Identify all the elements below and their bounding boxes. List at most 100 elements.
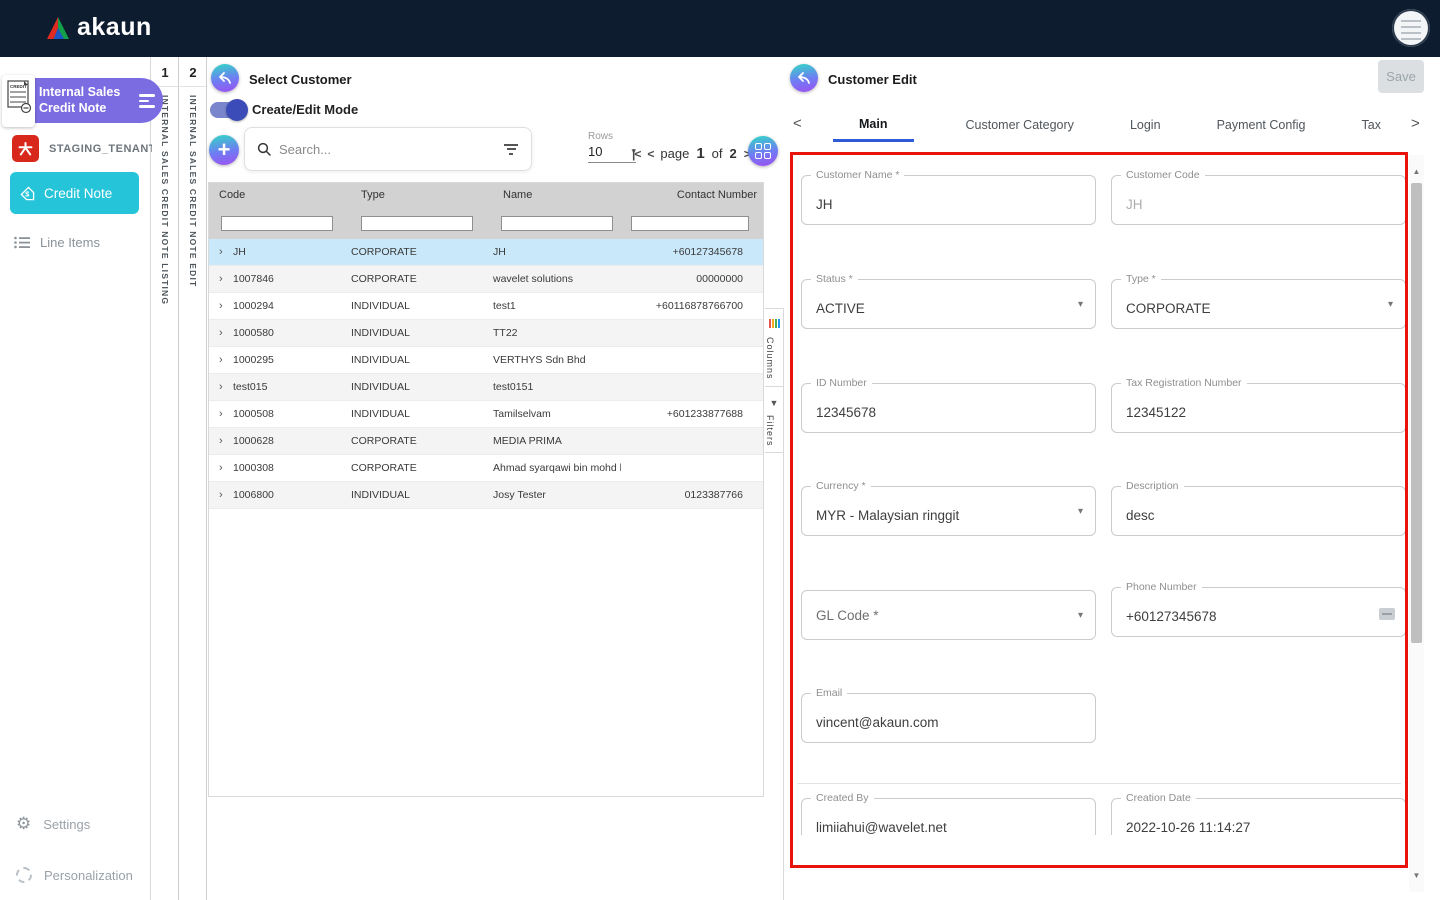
tabs-scroll-right-icon[interactable]: > [1411, 115, 1420, 132]
row-expand-icon[interactable]: › [209, 327, 223, 339]
scroll-down-icon[interactable]: ▼ [1409, 871, 1424, 880]
price-tag-icon: $ [20, 186, 35, 201]
create-edit-mode-toggle[interactable] [210, 102, 246, 118]
total-pages: 2 [730, 146, 737, 161]
table-row[interactable]: ›JHCORPORATEJH+60127345678 [209, 239, 763, 266]
row-expand-icon[interactable]: › [209, 354, 223, 366]
add-customer-button[interactable]: + [209, 135, 239, 165]
back-button[interactable] [790, 64, 818, 92]
module-banner[interactable]: Internal Sales Credit Note [33, 78, 163, 123]
akaun-logo[interactable]: akaun [45, 13, 152, 42]
row-expand-icon[interactable]: › [209, 381, 223, 393]
prev-page-button[interactable]: < [647, 147, 653, 161]
column-filter-input[interactable] [631, 216, 749, 231]
customer-list-panel: Select Customer Create/Edit Mode + Rows … [208, 57, 783, 900]
table-row[interactable]: ›1000580INDIVIDUALTT22 [209, 320, 763, 347]
vertical-tab-number: 2 [180, 57, 206, 87]
phone-number-field[interactable]: Phone Number +60127345678 [1111, 587, 1405, 637]
row-expand-icon[interactable]: › [209, 408, 223, 420]
vertical-tab-label: INTERNAL SALES CREDIT NOTE LISTING [160, 95, 170, 655]
personalization-icon [16, 867, 32, 883]
sidebar-item-label: Line Items [40, 235, 100, 250]
first-page-button[interactable]: |< [632, 147, 640, 161]
save-button[interactable]: Save [1378, 60, 1424, 93]
search-input[interactable] [279, 142, 495, 157]
back-button[interactable] [211, 64, 239, 92]
creation-date-field: Creation Date 2022-10-26 11:14:27 [1111, 798, 1405, 835]
chevron-down-icon: ▾ [1078, 299, 1083, 310]
row-expand-icon[interactable]: › [209, 300, 223, 312]
id-number-field[interactable]: ID Number 12345678 [801, 383, 1096, 433]
chevron-down-icon: ▾ [1078, 610, 1083, 621]
email-field[interactable]: Email vincent@akaun.com [801, 693, 1096, 743]
column-filter-input[interactable] [501, 216, 613, 231]
tab-tax[interactable]: Tax [1358, 110, 1385, 140]
table-row[interactable]: ›1000295INDIVIDUALVERTHYS Sdn Bhd [209, 347, 763, 374]
tenant-row[interactable]: STAGING_TENANT [12, 135, 156, 162]
keypad-icon[interactable] [1379, 608, 1395, 620]
vertical-tab-edit[interactable]: 2 INTERNAL SALES CREDIT NOTE EDIT [180, 57, 207, 900]
grid-view-button[interactable] [748, 136, 778, 166]
row-expand-icon[interactable]: › [209, 435, 223, 447]
panel-title: Select Customer [249, 72, 352, 87]
tax-registration-number-field[interactable]: Tax Registration Number 12345122 [1111, 383, 1405, 433]
customer-name-field[interactable]: Customer Name * JH [801, 175, 1096, 225]
svg-text:$: $ [25, 189, 30, 198]
table-header-row: CodeTypeNameContact Number [209, 183, 763, 207]
tab-payment-config[interactable]: Payment Config [1213, 110, 1310, 140]
column-header[interactable]: Type [351, 189, 493, 201]
columns-tab[interactable]: Columns [765, 309, 783, 387]
table-row[interactable]: ›1006800INDIVIDUALJosy Tester0123387766 [209, 482, 763, 509]
user-avatar[interactable] [1392, 9, 1430, 47]
filter-icon[interactable] [503, 141, 519, 157]
vertical-scrollbar[interactable]: ▲ ▼ [1409, 155, 1424, 892]
row-expand-icon[interactable]: › [209, 273, 223, 285]
table-row[interactable]: ›1000508INDIVIDUALTamilselvam+6012338776… [209, 401, 763, 428]
sidebar-item-line-items[interactable]: Line Items [14, 235, 100, 250]
column-filter-input[interactable] [221, 216, 333, 231]
status-select[interactable]: Status * ACTIVE ▾ [801, 279, 1096, 329]
created-by-field: Created By limiiahui@wavelet.net [801, 798, 1096, 835]
edit-tabbar: Main Customer Category Login Payment Config… [809, 108, 1409, 142]
vertical-tab-listing[interactable]: 1 INTERNAL SALES CREDIT NOTE LISTING [152, 57, 179, 900]
table-row[interactable]: ›1000628CORPORATEMEDIA PRIMA [209, 428, 763, 455]
funnel-icon: ▼ [770, 398, 779, 408]
column-header[interactable]: Contact Number [631, 189, 761, 201]
table-row[interactable]: ›1000294INDIVIDUALtest1+60116878766700 [209, 293, 763, 320]
table-row[interactable]: ›1000308CORPORATEAhmad syarqawi bin mohd… [209, 455, 763, 482]
tenant-label: STAGING_TENANT [49, 143, 156, 155]
sidebar-item-personalization[interactable]: Personalization [16, 867, 133, 883]
chevron-down-icon: ▾ [1078, 506, 1083, 517]
sidebar-item-label: Credit Note [44, 186, 112, 201]
scroll-up-icon[interactable]: ▲ [1409, 167, 1424, 176]
tab-main[interactable]: Main [833, 109, 913, 142]
page-label: page [660, 146, 689, 161]
sidebar-item-settings[interactable]: ⚙ Settings [16, 814, 90, 834]
vertical-scroll-thumb[interactable] [1411, 183, 1422, 643]
column-filter-input[interactable] [361, 216, 473, 231]
row-expand-icon[interactable]: › [209, 489, 223, 501]
pagination: |< < page 1 of 2 > >| [632, 145, 765, 162]
column-header[interactable]: Name [493, 189, 631, 201]
tab-login[interactable]: Login [1126, 110, 1165, 140]
rows-per-page-select[interactable]: 10▾ [588, 142, 636, 163]
top-bar: akaun [0, 0, 1440, 57]
row-expand-icon[interactable]: › [209, 246, 223, 258]
tab-customer-category[interactable]: Customer Category [962, 110, 1078, 140]
column-header[interactable]: Code [209, 189, 351, 201]
sidebar-item-credit-note[interactable]: $ Credit Note [10, 172, 139, 214]
grid-icon [755, 143, 771, 159]
collapse-menu-icon[interactable] [139, 91, 155, 109]
type-select[interactable]: Type * CORPORATE ▾ [1111, 279, 1405, 329]
filters-tab[interactable]: ▼ Filters [765, 387, 783, 454]
gl-code-select[interactable]: GL Code * ▾ [801, 590, 1096, 640]
vertical-tab-label: INTERNAL SALES CREDIT NOTE EDIT [188, 95, 198, 655]
customer-form-highlight: Customer Name * JH Customer Code JH Stat… [790, 152, 1408, 868]
description-field[interactable]: Description desc [1111, 486, 1405, 536]
tabs-scroll-left-icon[interactable]: < [793, 115, 802, 132]
table-row[interactable]: ›1007846CORPORATEwavelet solutions000000… [209, 266, 763, 293]
table-row[interactable]: ›test015INDIVIDUALtest0151 [209, 374, 763, 401]
table-side-tabs: Columns ▼ Filters [765, 308, 784, 900]
row-expand-icon[interactable]: › [209, 462, 223, 474]
currency-select[interactable]: Currency * MYR - Malaysian ringgit ▾ [801, 486, 1096, 536]
